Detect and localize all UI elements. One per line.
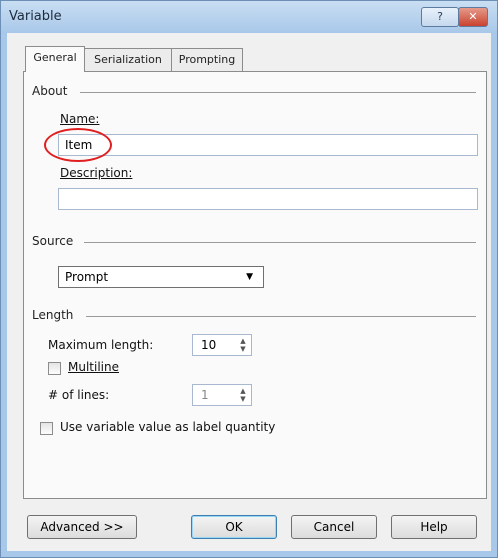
spin-down-icon[interactable]: ▼ xyxy=(236,395,250,403)
title-bar[interactable]: Variable ? ✕ xyxy=(1,1,497,33)
max-length-label: Maximum length: xyxy=(48,338,154,352)
name-input[interactable]: Item xyxy=(58,134,478,156)
label-quantity-label: Use variable value as label quantity xyxy=(60,420,276,434)
spin-up-icon[interactable]: ▲ xyxy=(236,387,250,395)
about-group-label: About xyxy=(32,84,74,98)
description-input[interactable] xyxy=(58,188,478,210)
ok-button[interactable]: OK xyxy=(191,515,277,539)
tab-serialization[interactable]: Serialization xyxy=(84,48,172,71)
spin-down-icon[interactable]: ▼ xyxy=(236,345,250,353)
general-panel: About Name: Item Description: Source Pro… xyxy=(23,71,487,499)
source-group-label: Source xyxy=(32,234,80,248)
lines-stepper[interactable]: 1 ▲ ▼ xyxy=(192,384,252,406)
dialog-body: General Serialization Prompting About Na… xyxy=(7,33,491,551)
advanced-button[interactable]: Advanced >> xyxy=(27,515,137,539)
highlight-circle xyxy=(44,128,112,162)
source-selected-value: Prompt xyxy=(65,270,109,284)
about-divider xyxy=(80,92,476,93)
multiline-label: Multiline xyxy=(68,360,119,374)
help-title-button[interactable]: ? xyxy=(421,7,459,27)
description-label: Description: xyxy=(60,166,132,180)
max-length-value: 10 xyxy=(201,338,217,352)
dialog-window: Variable ? ✕ General Serialization Promp… xyxy=(0,0,498,558)
name-label: Name: xyxy=(60,112,100,126)
lines-label: # of lines: xyxy=(48,388,110,402)
window-title: Variable xyxy=(9,9,62,24)
cancel-button[interactable]: Cancel xyxy=(291,515,377,539)
source-divider xyxy=(84,242,476,243)
close-button[interactable]: ✕ xyxy=(458,7,488,27)
length-group-label: Length xyxy=(32,308,80,322)
length-divider xyxy=(86,316,476,317)
spin-up-icon[interactable]: ▲ xyxy=(236,337,250,345)
chevron-down-icon: ▼ xyxy=(246,272,253,282)
label-quantity-checkbox[interactable] xyxy=(40,422,53,435)
tab-prompting[interactable]: Prompting xyxy=(171,48,243,71)
max-length-stepper[interactable]: 10 ▲ ▼ xyxy=(192,334,252,356)
multiline-checkbox[interactable] xyxy=(48,362,61,375)
description-label-text: Description: xyxy=(60,166,133,180)
source-dropdown[interactable]: Prompt ▼ xyxy=(58,266,264,288)
lines-value: 1 xyxy=(201,388,209,402)
help-button[interactable]: Help xyxy=(391,515,477,539)
tab-general[interactable]: General xyxy=(25,46,85,72)
